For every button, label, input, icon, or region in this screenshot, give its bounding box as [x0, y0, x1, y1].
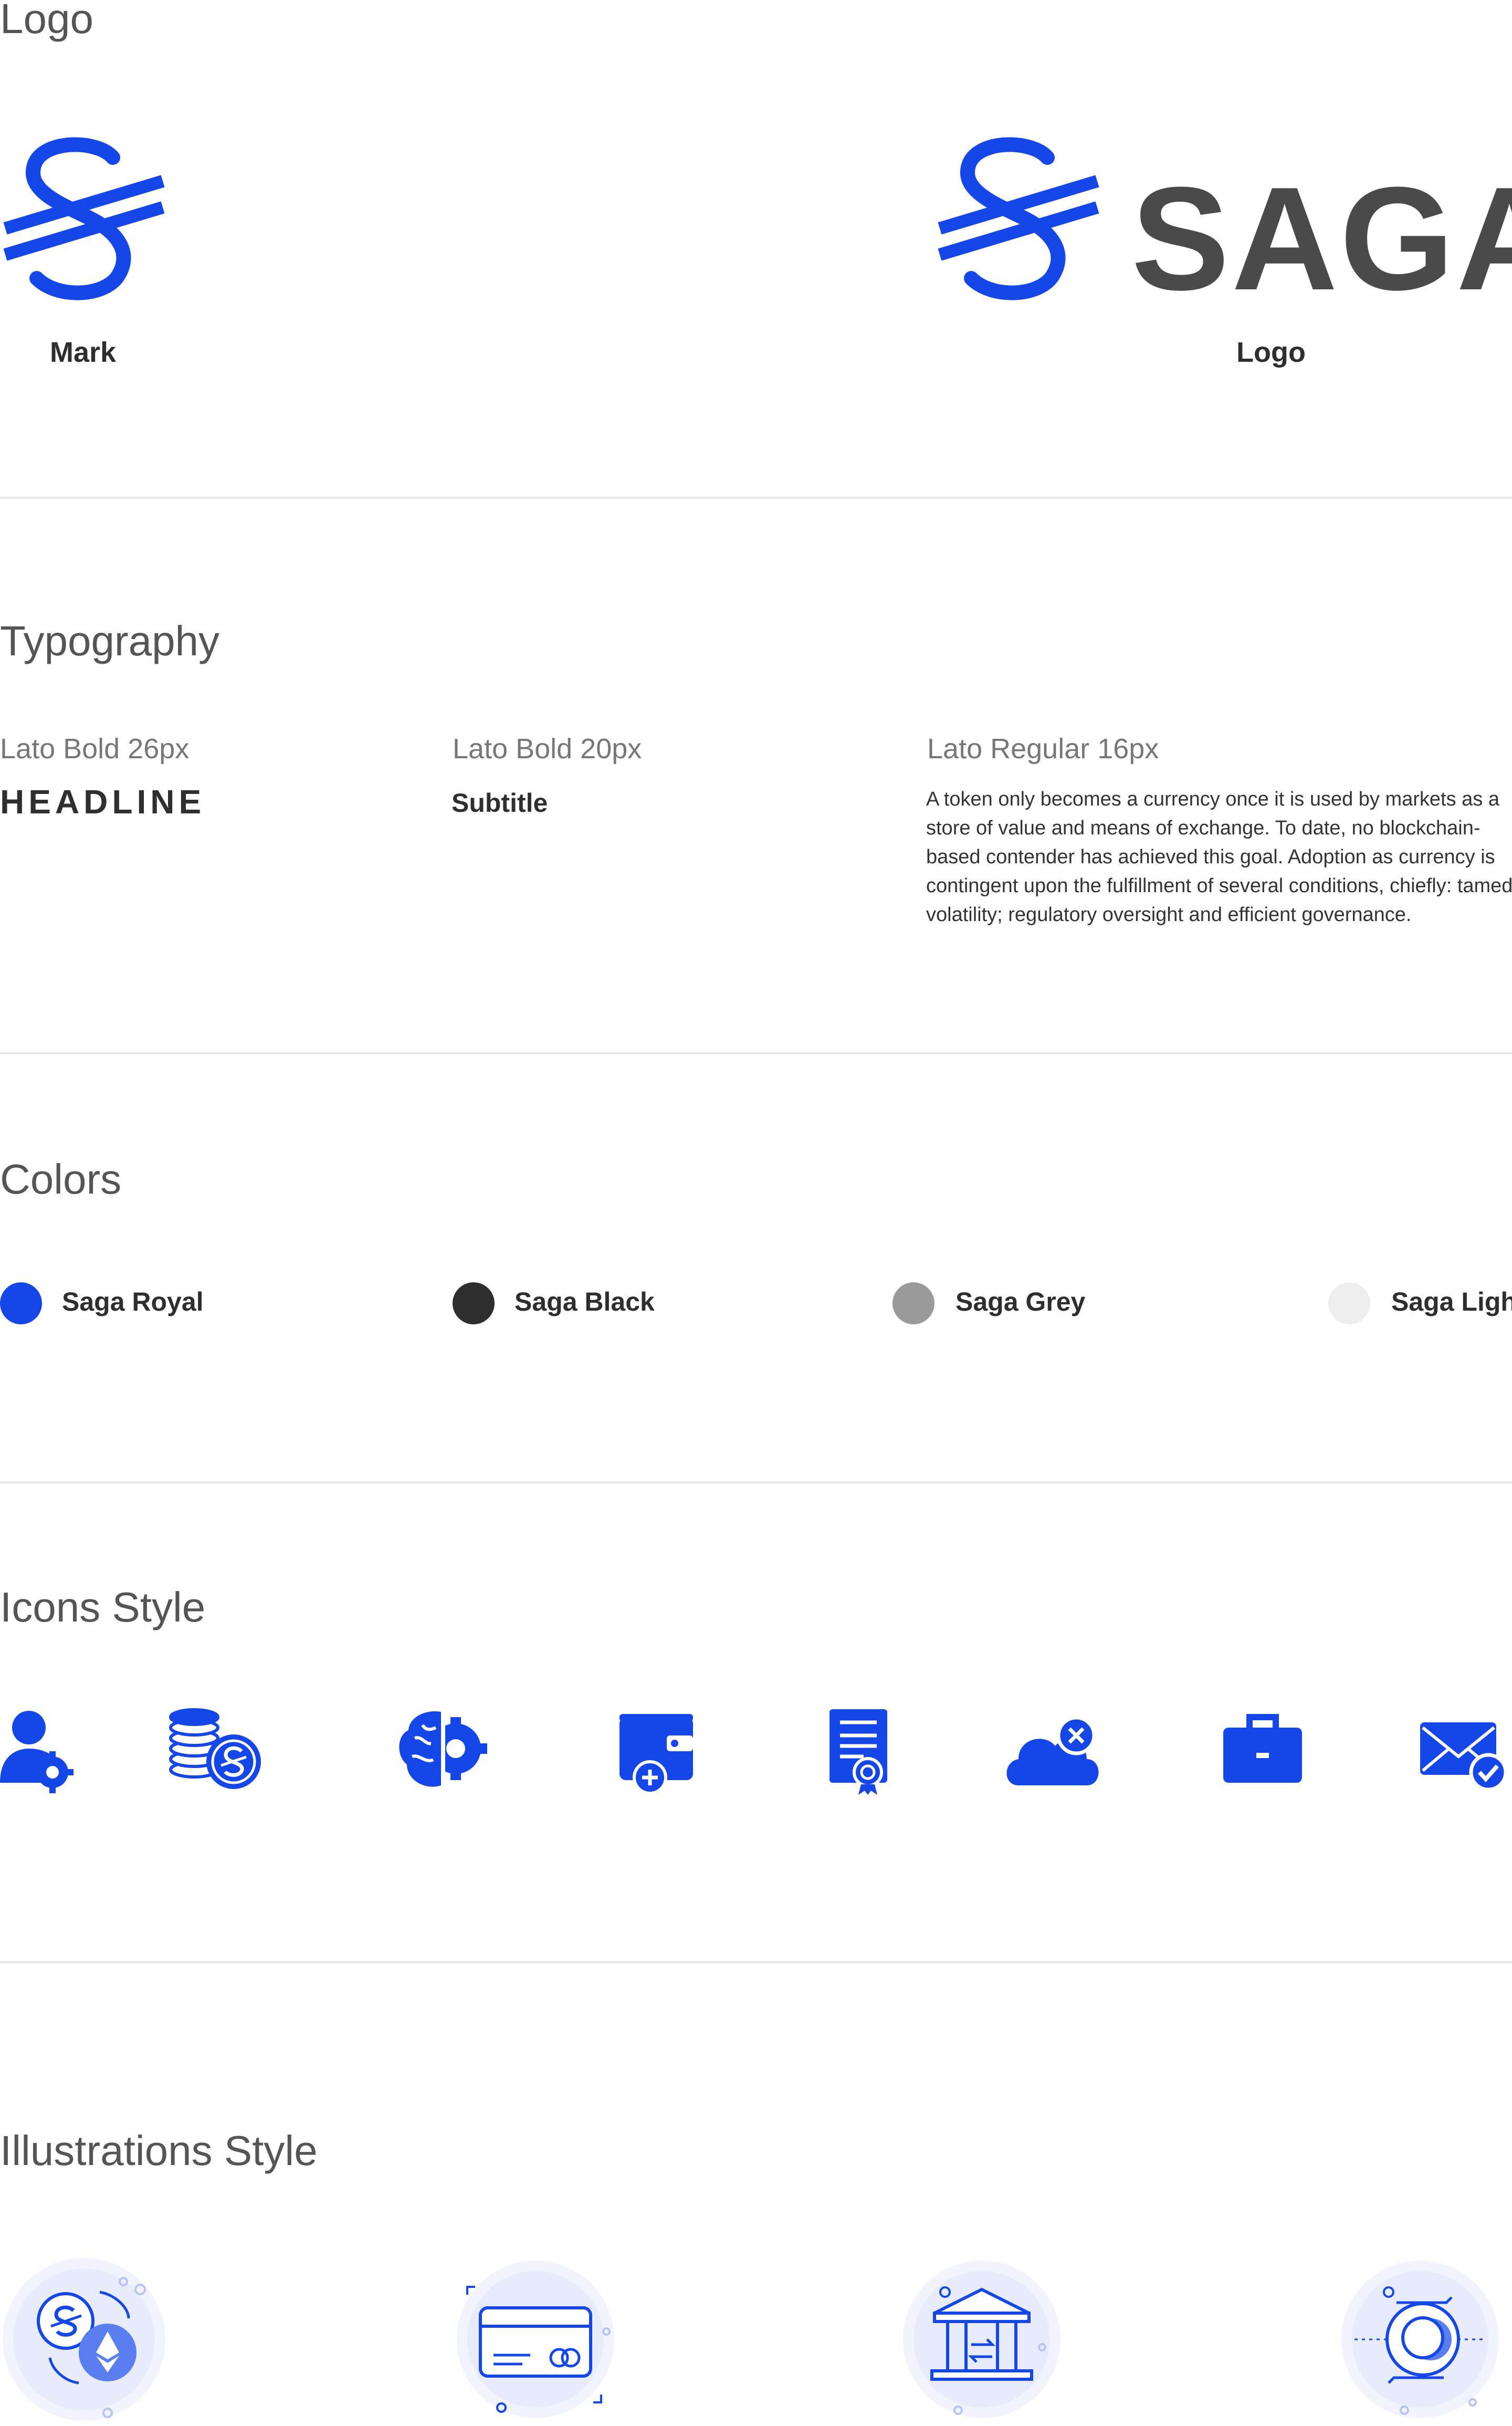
illustrations-section-title: Illustrations Style [0, 2127, 318, 2174]
bank-transfer-illustration [895, 2253, 1068, 2426]
mark-caption: Mark [50, 337, 117, 368]
coins-saga-icon [165, 1707, 265, 1796]
logo-section-title: Logo [0, 0, 93, 42]
saga-black-swatch [453, 1282, 495, 1324]
body-font-label: Lato Regular 16px [927, 733, 1159, 765]
saga-royal-label: Saga Royal [62, 1287, 204, 1316]
certificate-icon [806, 1707, 906, 1796]
typography-section-title: Typography [0, 618, 220, 664]
section-divider [0, 1961, 1512, 1963]
saga-light-swatch [1328, 1282, 1370, 1324]
saga-cycle-illustration [1334, 2253, 1507, 2426]
section-divider [0, 1052, 1512, 1054]
saga-black-label: Saga Black [514, 1287, 655, 1316]
saga-wordmark: SAGA [1131, 157, 1512, 321]
saga-grey-swatch [892, 1282, 934, 1324]
mail-check-icon [1418, 1707, 1512, 1796]
headline-font-label: Lato Bold 26px [0, 733, 190, 765]
wallet-add-icon [609, 1707, 709, 1796]
icons-section-title: Icons Style [0, 1584, 206, 1630]
colors-section-title: Colors [0, 1156, 122, 1202]
saga-ethereum-exchange-illustration [3, 2253, 176, 2426]
briefcase-icon [1213, 1707, 1312, 1796]
saga-mark-icon [0, 137, 168, 310]
section-divider [0, 1481, 1512, 1483]
saga-logo-mark-icon [934, 137, 1102, 310]
user-gear-icon [0, 1707, 100, 1796]
cloud-remove-icon [1003, 1707, 1102, 1796]
subtitle-font-label: Lato Bold 20px [453, 733, 642, 765]
saga-grey-label: Saga Grey [956, 1287, 1086, 1316]
saga-royal-swatch [0, 1282, 42, 1324]
section-divider [0, 497, 1512, 499]
brain-gear-icon [394, 1707, 494, 1796]
subtitle-sample: Subtitle [452, 788, 548, 818]
saga-light-label: Saga Light [1391, 1287, 1512, 1316]
credit-card-illustration [449, 2253, 622, 2426]
headline-sample: HEADLINE [0, 783, 206, 821]
logo-caption: Logo [1236, 337, 1306, 368]
body-text-sample: A token only becomes a currency once it … [926, 788, 1512, 926]
